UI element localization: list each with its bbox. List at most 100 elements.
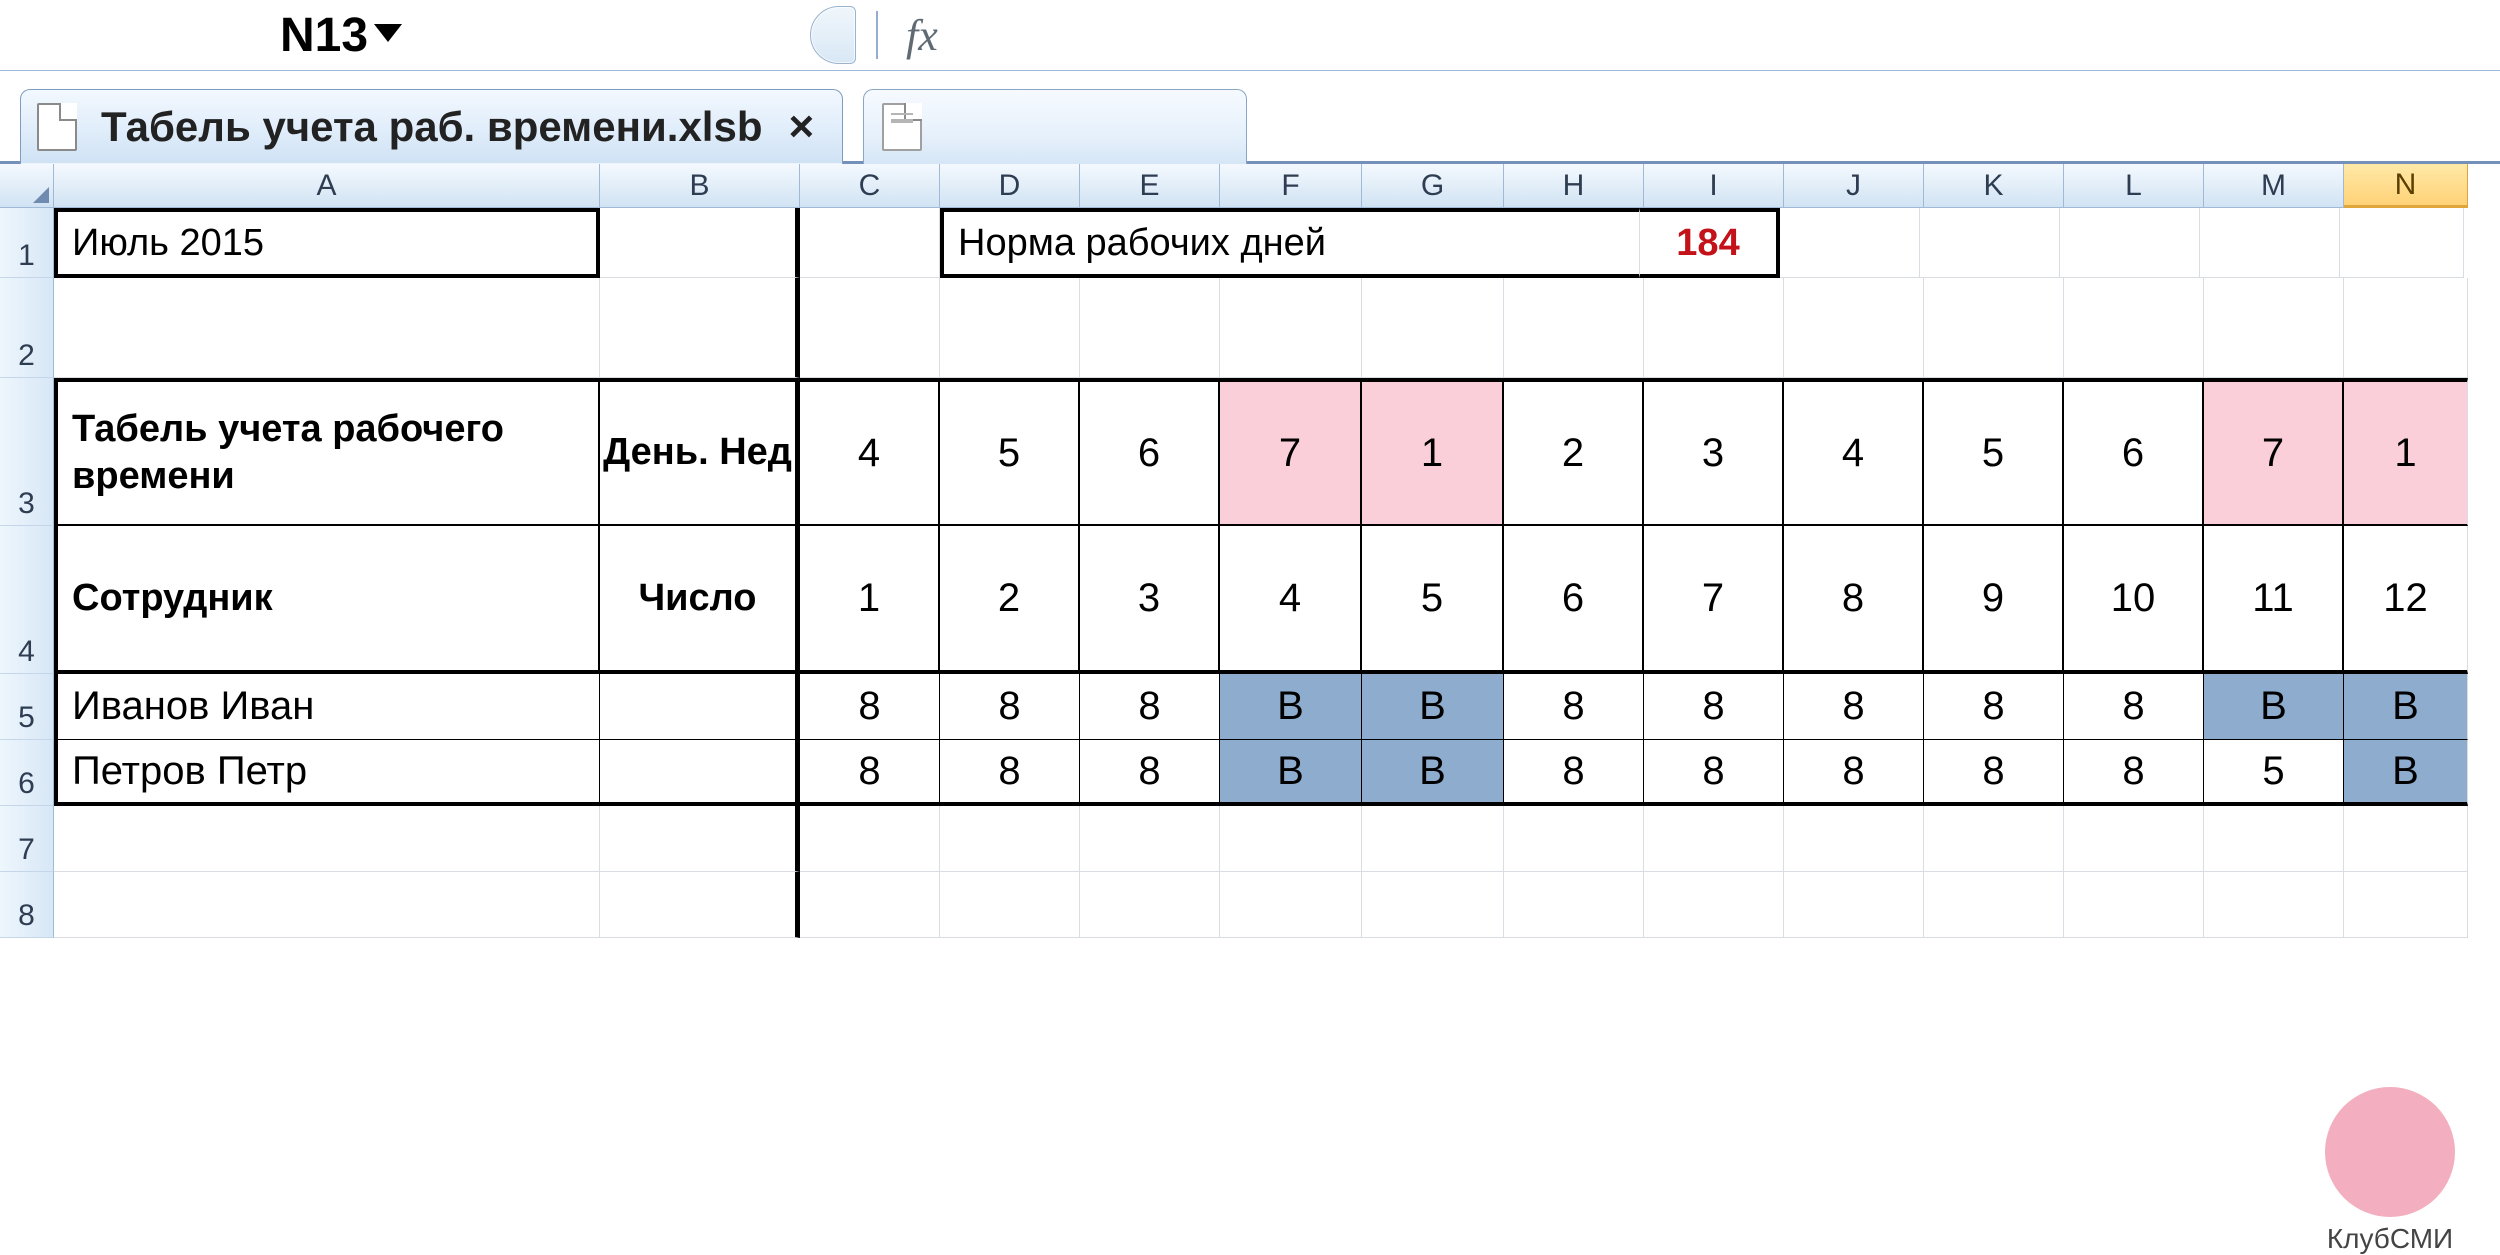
cell[interactable]: [1784, 278, 1924, 378]
col-header-L[interactable]: L: [2064, 164, 2204, 208]
col-header-H[interactable]: H: [1504, 164, 1644, 208]
cell[interactable]: [1644, 278, 1784, 378]
col-header-M[interactable]: M: [2204, 164, 2344, 208]
cell-norm-label[interactable]: Норма рабочих дней: [940, 208, 1640, 278]
cell-hours[interactable]: 8: [940, 740, 1080, 806]
cell-dow-weekend[interactable]: 1: [1362, 378, 1504, 526]
cell-hours[interactable]: 8: [1504, 674, 1644, 740]
col-header-I[interactable]: I: [1644, 164, 1784, 208]
col-header-G[interactable]: G: [1362, 164, 1504, 208]
row-header[interactable]: 8: [0, 872, 54, 938]
cell-weekend[interactable]: В: [1362, 674, 1504, 740]
cell-employee-name[interactable]: Петров Петр: [54, 740, 600, 806]
cell-hours[interactable]: 8: [1504, 740, 1644, 806]
workbook-tab-active[interactable]: Табель учета раб. времени.xlsb ×: [20, 89, 843, 164]
cell-date[interactable]: 1: [800, 526, 940, 674]
cell[interactable]: [1644, 806, 1784, 872]
cell[interactable]: [54, 806, 600, 872]
col-header-D[interactable]: D: [940, 164, 1080, 208]
cell[interactable]: [600, 278, 800, 378]
cell[interactable]: [800, 872, 940, 938]
cell-hours[interactable]: 8: [1080, 740, 1220, 806]
col-header-K[interactable]: K: [1924, 164, 2064, 208]
col-header-F[interactable]: F: [1220, 164, 1362, 208]
cell-subtitle-B[interactable]: Число: [600, 526, 800, 674]
name-box-dropdown[interactable]: [368, 24, 408, 47]
col-header-B[interactable]: B: [600, 164, 800, 208]
cell[interactable]: [600, 208, 800, 278]
cell[interactable]: [940, 872, 1080, 938]
name-box[interactable]: N13: [60, 8, 368, 63]
cell-date[interactable]: 11: [2204, 526, 2344, 674]
cell[interactable]: [940, 278, 1080, 378]
cell[interactable]: [800, 208, 940, 278]
cell[interactable]: [2344, 806, 2468, 872]
row-header[interactable]: 5: [0, 674, 54, 740]
select-all-corner[interactable]: [0, 164, 54, 208]
cell[interactable]: [1784, 872, 1924, 938]
cell-date[interactable]: 5: [1362, 526, 1504, 674]
cell[interactable]: [1924, 872, 2064, 938]
cell[interactable]: [2060, 208, 2200, 278]
cell-hours[interactable]: 8: [1644, 740, 1784, 806]
new-workbook-tab[interactable]: [863, 89, 1247, 164]
cell[interactable]: [1362, 872, 1504, 938]
cell-dow[interactable]: 5: [1924, 378, 2064, 526]
cell-dow[interactable]: 6: [2064, 378, 2204, 526]
cell-date[interactable]: 2: [940, 526, 1080, 674]
cell-date[interactable]: 10: [2064, 526, 2204, 674]
cell-weekend[interactable]: В: [1220, 740, 1362, 806]
cell-weekend[interactable]: В: [1362, 740, 1504, 806]
cell[interactable]: [800, 278, 940, 378]
cell-hours[interactable]: 8: [1080, 674, 1220, 740]
cell-month[interactable]: Июль 2015: [54, 208, 600, 278]
cell-dow[interactable]: 6: [1080, 378, 1220, 526]
cell-date[interactable]: 3: [1080, 526, 1220, 674]
cell-employee-name[interactable]: Иванов Иван: [54, 674, 600, 740]
cell[interactable]: [600, 740, 800, 806]
cell[interactable]: [2204, 278, 2344, 378]
cell[interactable]: [2344, 278, 2468, 378]
cell-weekend[interactable]: В: [2344, 674, 2468, 740]
row-header[interactable]: 3: [0, 378, 54, 526]
cell[interactable]: [2204, 872, 2344, 938]
fx-icon[interactable]: fx: [906, 10, 938, 61]
cell[interactable]: [1362, 806, 1504, 872]
cell-date[interactable]: 4: [1220, 526, 1362, 674]
cell-hours[interactable]: 8: [2064, 674, 2204, 740]
cell-title-B[interactable]: День. Нед: [600, 378, 800, 526]
cell[interactable]: [2200, 208, 2340, 278]
cell-hours[interactable]: 8: [1784, 674, 1924, 740]
cell[interactable]: [1504, 278, 1644, 378]
cell-title-A[interactable]: Табель учета рабочего времени: [54, 378, 600, 526]
cell-date[interactable]: 8: [1784, 526, 1924, 674]
cell[interactable]: [54, 872, 600, 938]
cell[interactable]: [2064, 278, 2204, 378]
row-header[interactable]: 2: [0, 278, 54, 378]
cell-hours[interactable]: 8: [1644, 674, 1784, 740]
cell-dow[interactable]: 5: [940, 378, 1080, 526]
cell-weekend[interactable]: В: [2344, 740, 2468, 806]
cell-dow[interactable]: 4: [1784, 378, 1924, 526]
cell[interactable]: [2204, 806, 2344, 872]
cell-hours[interactable]: 8: [1784, 740, 1924, 806]
cell-dow[interactable]: 3: [1644, 378, 1784, 526]
cell[interactable]: [1220, 806, 1362, 872]
cell[interactable]: [1924, 278, 2064, 378]
col-header-E[interactable]: E: [1080, 164, 1220, 208]
col-header-A[interactable]: A: [54, 164, 600, 208]
cell-date[interactable]: 6: [1504, 526, 1644, 674]
cell-weekend[interactable]: В: [1220, 674, 1362, 740]
cell-hours[interactable]: 5: [2204, 740, 2344, 806]
tab-close-button[interactable]: ×: [788, 102, 814, 152]
cell[interactable]: [2064, 806, 2204, 872]
cell[interactable]: [1784, 806, 1924, 872]
cell[interactable]: [600, 674, 800, 740]
cell[interactable]: [2340, 208, 2464, 278]
cell-norm-value[interactable]: 184: [1640, 208, 1780, 278]
row-header[interactable]: 1: [0, 208, 54, 278]
cell-dow-weekend[interactable]: 7: [2204, 378, 2344, 526]
cell[interactable]: [940, 806, 1080, 872]
cell[interactable]: [1504, 806, 1644, 872]
cell-hours[interactable]: 8: [940, 674, 1080, 740]
